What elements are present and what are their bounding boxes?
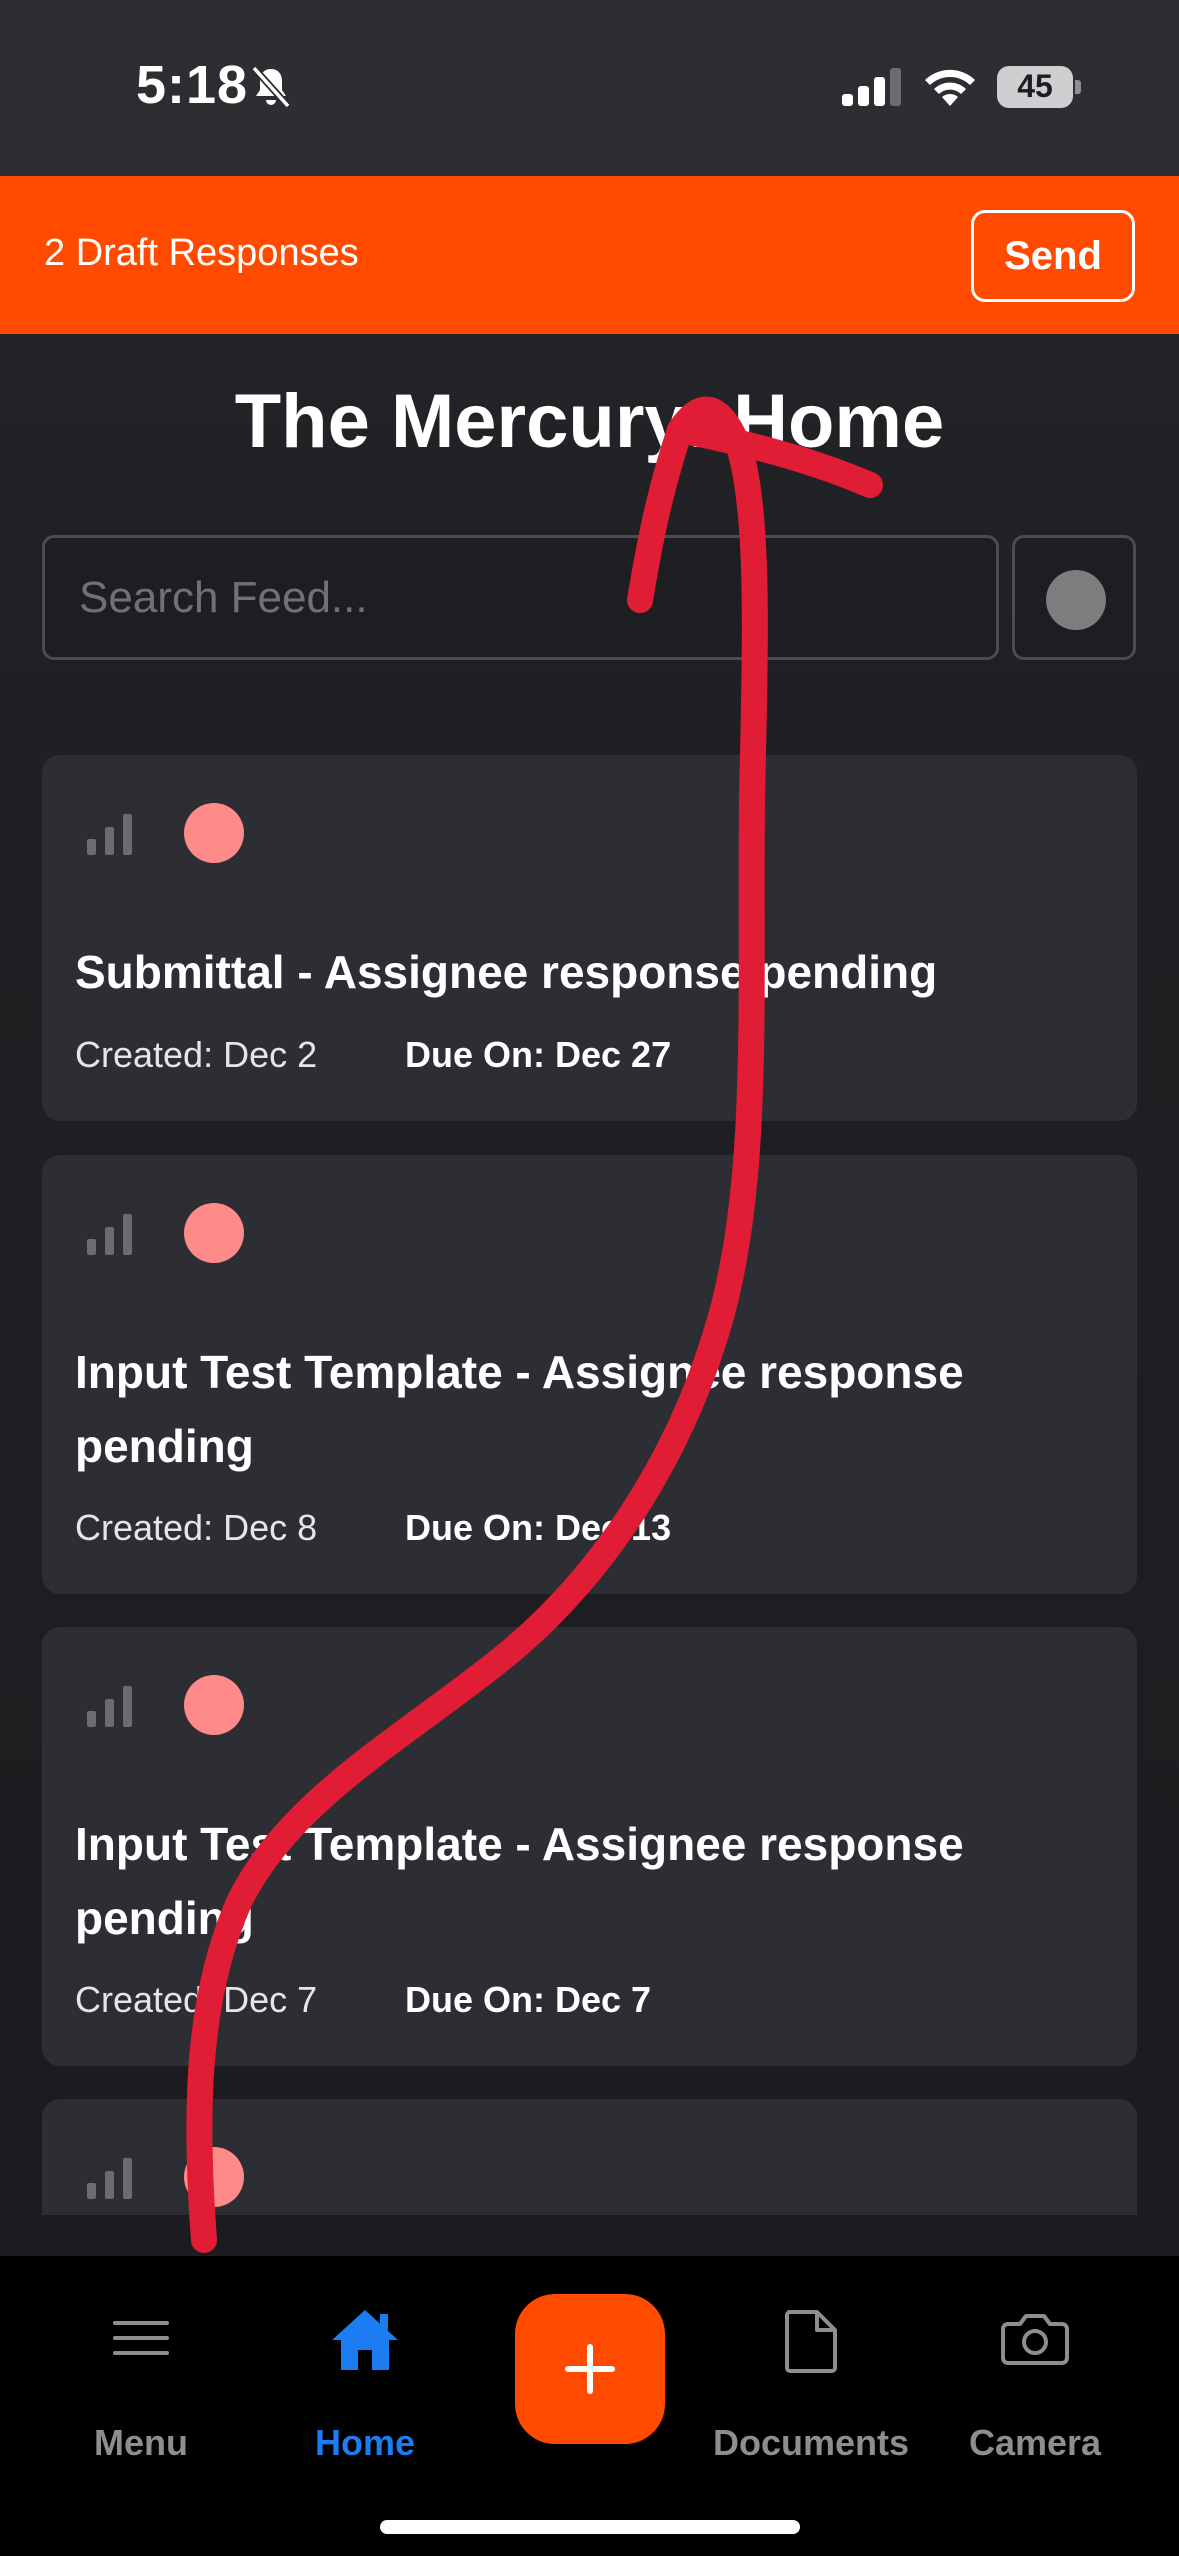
card-meta: Created: Dec 2 Due On: Dec 27 (75, 1034, 671, 1076)
battery-level: 45 (1017, 68, 1053, 104)
draft-responses-text: 2 Draft Responses (44, 232, 359, 274)
search-input[interactable]: Search Feed... (42, 535, 999, 660)
filter-indicator-icon (1046, 570, 1106, 630)
home-icon (332, 2310, 398, 2370)
created-date: Created: Dec 8 (75, 1507, 318, 1548)
send-button[interactable]: Send (971, 210, 1135, 302)
nav-camera[interactable]: Camera (920, 2256, 1150, 2556)
home-indicator[interactable] (380, 2520, 800, 2534)
feed-card[interactable] (42, 2099, 1137, 2215)
add-button[interactable] (515, 2294, 665, 2444)
feed-card[interactable]: Input Test Template - Assignee response … (42, 1155, 1137, 1594)
priority-bars-icon (87, 1214, 132, 1255)
status-dot (184, 803, 244, 863)
card-title: Submittal - Assignee response pending (75, 946, 938, 998)
app-screen: 5:18 45 2 Draft Responses Send The Mercu… (0, 0, 1179, 2556)
created-date: Created: Dec 2 (75, 1034, 318, 1075)
card-title: Input Test Template - Assignee response … (75, 1346, 964, 1472)
bottom-navigation: Menu Home Documents Camera (0, 2256, 1179, 2556)
nav-menu-label: Menu (94, 2422, 188, 2463)
priority-bars-icon (87, 814, 132, 855)
due-date: Due On: Dec 7 (405, 1979, 652, 2020)
card-meta: Created: Dec 8 Due On: Dec 13 (75, 1507, 671, 1549)
plus-icon (565, 2344, 615, 2394)
card-meta: Created: Dec 7 Due On: Dec 7 (75, 1979, 651, 2021)
nav-menu[interactable]: Menu (26, 2256, 256, 2556)
feed-card[interactable]: Input Test Template - Assignee response … (42, 1627, 1137, 2066)
nav-documents-label: Documents (712, 2422, 910, 2463)
bell-slash-icon (251, 65, 291, 109)
status-dot (184, 1203, 244, 1263)
hamburger-menu-icon (113, 2321, 169, 2355)
status-bar: 5:18 45 (0, 0, 1179, 176)
due-date: Due On: Dec 13 (405, 1507, 672, 1548)
created-date: Created: Dec 7 (75, 1979, 318, 2020)
page-title: The Mercury: Home (234, 379, 945, 464)
cellular-signal-icon (842, 68, 901, 106)
status-dot (184, 1675, 244, 1735)
due-date: Due On: Dec 27 (405, 1034, 672, 1075)
nav-home[interactable]: Home (250, 2256, 480, 2556)
nav-camera-label: Camera (968, 2422, 1102, 2463)
feed-list[interactable]: Submittal - Assignee response pending Cr… (0, 755, 1179, 2215)
feed-card[interactable]: Submittal - Assignee response pending Cr… (42, 755, 1137, 1121)
filter-button[interactable] (1012, 535, 1136, 660)
camera-icon (1001, 2314, 1069, 2365)
priority-bars-icon (87, 2158, 132, 2199)
status-time: 5:18 (136, 55, 249, 115)
priority-bars-icon (87, 1686, 132, 1727)
draft-responses-banner: 2 Draft Responses Send (0, 176, 1179, 334)
card-title: Input Test Template - Assignee response … (75, 1818, 964, 1944)
battery-icon: 45 (997, 66, 1083, 108)
nav-documents[interactable]: Documents (696, 2256, 926, 2556)
document-icon (785, 2310, 837, 2373)
wifi-icon (925, 69, 975, 106)
nav-home-label: Home (314, 2422, 416, 2463)
status-dot (184, 2147, 244, 2207)
